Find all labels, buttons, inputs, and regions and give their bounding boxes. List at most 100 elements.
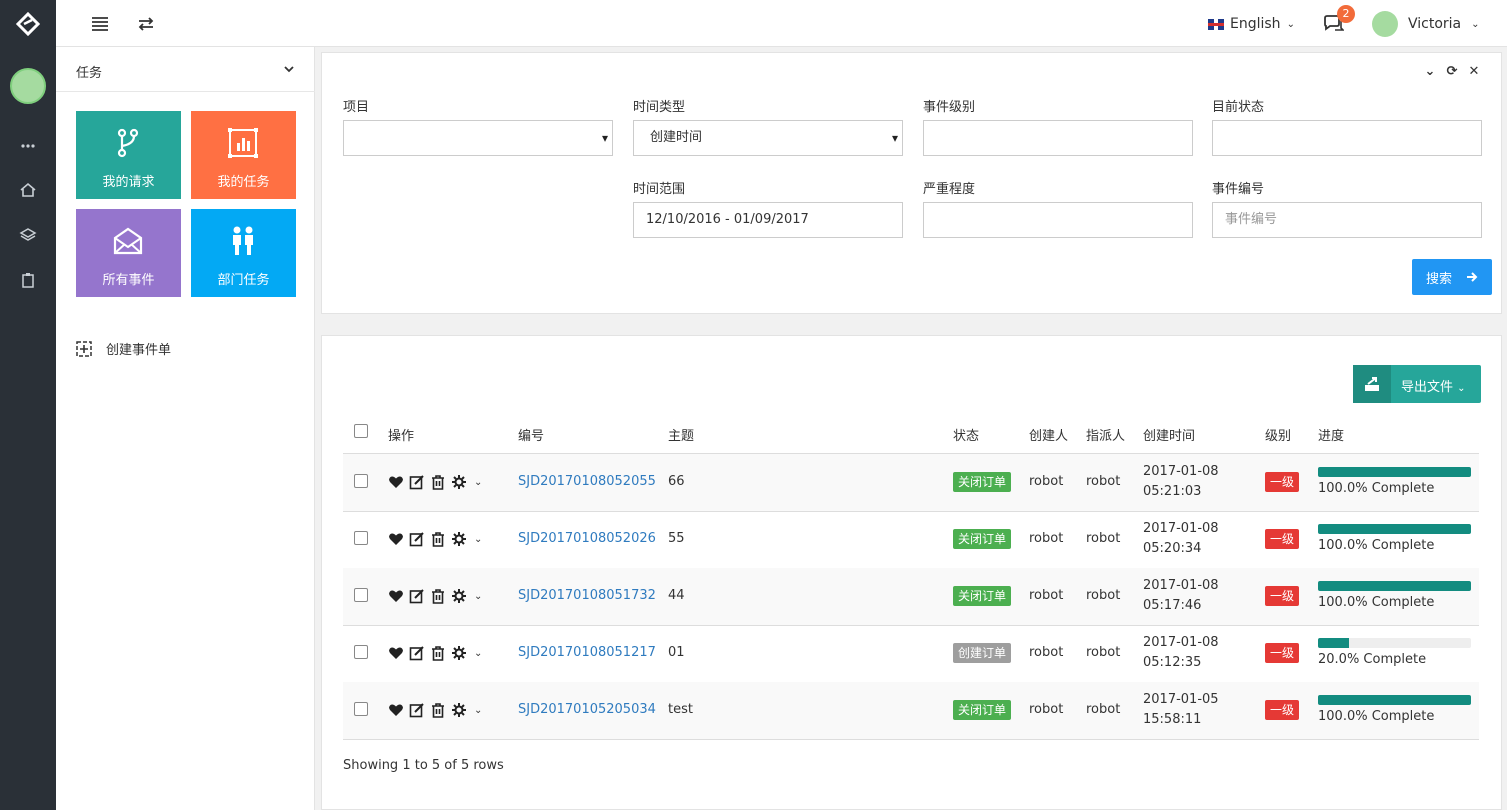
gear-icon[interactable] bbox=[451, 702, 467, 718]
assignee-cell: robot bbox=[1086, 702, 1121, 717]
edit-icon[interactable] bbox=[409, 588, 425, 604]
row-actions: ⌄ bbox=[388, 531, 482, 547]
heart-icon[interactable] bbox=[388, 702, 404, 718]
event-id-link[interactable]: SJD20170105205034 bbox=[518, 702, 656, 717]
status-badge: 关闭订单 bbox=[953, 586, 1012, 606]
rail-avatar[interactable] bbox=[10, 68, 46, 104]
project-select[interactable] bbox=[343, 120, 613, 156]
top-bar: English ⌄ 2 Victoria ⌄ bbox=[56, 0, 1507, 47]
trash-icon[interactable] bbox=[430, 702, 446, 718]
row-actions: ⌄ bbox=[388, 645, 482, 661]
chevron-down-icon[interactable]: ⌄ bbox=[474, 591, 482, 602]
close-icon[interactable]: ✕ bbox=[1467, 64, 1481, 79]
select-all-checkbox[interactable] bbox=[354, 424, 368, 438]
table-row: ⌄ SJD20170108052055 66 关闭订单 robot robot … bbox=[343, 454, 1479, 511]
header-level[interactable]: 级别 bbox=[1265, 425, 1291, 444]
event-id-link[interactable]: SJD20170108052026 bbox=[518, 531, 656, 546]
severity-field[interactable] bbox=[923, 202, 1193, 238]
header-created[interactable]: 创建时间 bbox=[1143, 425, 1195, 444]
chevron-down-icon[interactable]: ⌄ bbox=[474, 648, 482, 659]
created-time: 05:12:35 bbox=[1143, 655, 1202, 670]
edit-icon[interactable] bbox=[409, 702, 425, 718]
time-type-select[interactable]: 创建时间 bbox=[633, 120, 903, 156]
collapse-icon[interactable]: ⌄ bbox=[1423, 64, 1437, 79]
row-checkbox[interactable] bbox=[354, 531, 368, 545]
edit-icon[interactable] bbox=[409, 474, 425, 490]
event-id-link[interactable]: SJD20170108051732 bbox=[518, 588, 656, 603]
tile-my-requests[interactable]: 我的请求 bbox=[76, 111, 181, 199]
create-event-label: 创建事件单 bbox=[106, 343, 172, 358]
header-subject[interactable]: 主题 bbox=[668, 425, 694, 444]
row-checkbox[interactable] bbox=[354, 645, 368, 659]
event-id-link[interactable]: SJD20170108052055 bbox=[518, 474, 656, 489]
row-checkbox[interactable] bbox=[354, 702, 368, 716]
arrow-right-icon bbox=[1467, 272, 1478, 282]
event-id-link[interactable]: SJD20170108051217 bbox=[518, 645, 656, 660]
edit-icon[interactable] bbox=[409, 645, 425, 661]
gear-icon[interactable] bbox=[451, 474, 467, 490]
row-checkbox[interactable] bbox=[354, 588, 368, 602]
row-actions: ⌄ bbox=[388, 588, 482, 604]
header-assignee[interactable]: 指派人 bbox=[1086, 425, 1125, 444]
edit-icon[interactable] bbox=[409, 531, 425, 547]
section-header[interactable]: 任务 bbox=[56, 47, 315, 92]
event-no-input[interactable]: 事件编号 bbox=[1212, 202, 1482, 238]
heart-icon[interactable] bbox=[388, 645, 404, 661]
trash-icon[interactable] bbox=[430, 645, 446, 661]
trash-icon[interactable] bbox=[430, 474, 446, 490]
heart-icon[interactable] bbox=[388, 588, 404, 604]
current-status-field[interactable] bbox=[1212, 120, 1482, 156]
status-badge: 关闭订单 bbox=[953, 472, 1012, 492]
gear-icon[interactable] bbox=[451, 588, 467, 604]
progress-fill bbox=[1318, 695, 1471, 705]
creator-cell: robot bbox=[1029, 588, 1064, 603]
assignee-cell: robot bbox=[1086, 474, 1121, 489]
gear-icon[interactable] bbox=[451, 645, 467, 661]
heart-icon[interactable] bbox=[388, 531, 404, 547]
chevron-down-icon[interactable]: ⌄ bbox=[474, 534, 482, 545]
logo-icon[interactable] bbox=[16, 12, 40, 36]
gear-icon[interactable] bbox=[451, 531, 467, 547]
user-name: Victoria bbox=[1408, 16, 1462, 32]
trash-icon[interactable] bbox=[430, 588, 446, 604]
more-icon[interactable] bbox=[18, 136, 38, 156]
chevron-down-icon: ⌄ bbox=[1471, 18, 1480, 30]
tile-my-tasks[interactable]: 我的任务 bbox=[191, 111, 296, 199]
side-panel: 任务 我的请求 我的任务 所有事件 部门任务 创建事件单 bbox=[56, 47, 315, 810]
layers-icon[interactable] bbox=[18, 225, 38, 245]
assignee-cell: robot bbox=[1086, 588, 1121, 603]
header-id[interactable]: 编号 bbox=[518, 425, 544, 444]
tile-all-events[interactable]: 所有事件 bbox=[76, 209, 181, 297]
home-icon[interactable] bbox=[18, 180, 38, 200]
search-button[interactable]: 搜索 bbox=[1412, 259, 1492, 295]
swap-icon[interactable] bbox=[136, 14, 156, 34]
event-level-field[interactable] bbox=[923, 120, 1193, 156]
created-time: 15:58:11 bbox=[1143, 712, 1202, 727]
level-badge: 一级 bbox=[1265, 472, 1299, 492]
refresh-icon[interactable]: ⟳ bbox=[1445, 64, 1459, 79]
created-time: 05:20:34 bbox=[1143, 541, 1202, 556]
create-event-link[interactable]: 创建事件单 bbox=[76, 339, 171, 358]
export-button[interactable]: 导出文件 ⌄ bbox=[1353, 365, 1481, 403]
progress-bar bbox=[1318, 524, 1471, 534]
header-progress[interactable]: 进度 bbox=[1318, 425, 1344, 444]
chevron-down-icon[interactable]: ⌄ bbox=[474, 477, 482, 488]
chevron-down-icon[interactable]: ⌄ bbox=[474, 705, 482, 716]
language-selector[interactable]: English ⌄ bbox=[1208, 16, 1295, 32]
chevron-down-icon: ⌄ bbox=[1457, 383, 1466, 394]
heart-icon[interactable] bbox=[388, 474, 404, 490]
trash-icon[interactable] bbox=[430, 531, 446, 547]
created-date: 2017-01-08 bbox=[1143, 635, 1219, 650]
progress-bar bbox=[1318, 695, 1471, 705]
header-status[interactable]: 状态 bbox=[953, 425, 979, 444]
clipboard-icon[interactable] bbox=[18, 270, 38, 290]
subject-cell: 01 bbox=[668, 645, 685, 660]
table-row: ⌄ SJD20170105205034 test 关闭订单 robot robo… bbox=[343, 682, 1479, 739]
time-range-input[interactable]: 12/10/2016 - 01/09/2017 bbox=[633, 202, 903, 238]
header-creator[interactable]: 创建人 bbox=[1029, 425, 1068, 444]
tile-dept-tasks[interactable]: 部门任务 bbox=[191, 209, 296, 297]
user-menu[interactable]: Victoria ⌄ bbox=[1372, 11, 1480, 37]
row-checkbox[interactable] bbox=[354, 474, 368, 488]
level-badge: 一级 bbox=[1265, 586, 1299, 606]
menu-icon[interactable] bbox=[90, 14, 110, 34]
